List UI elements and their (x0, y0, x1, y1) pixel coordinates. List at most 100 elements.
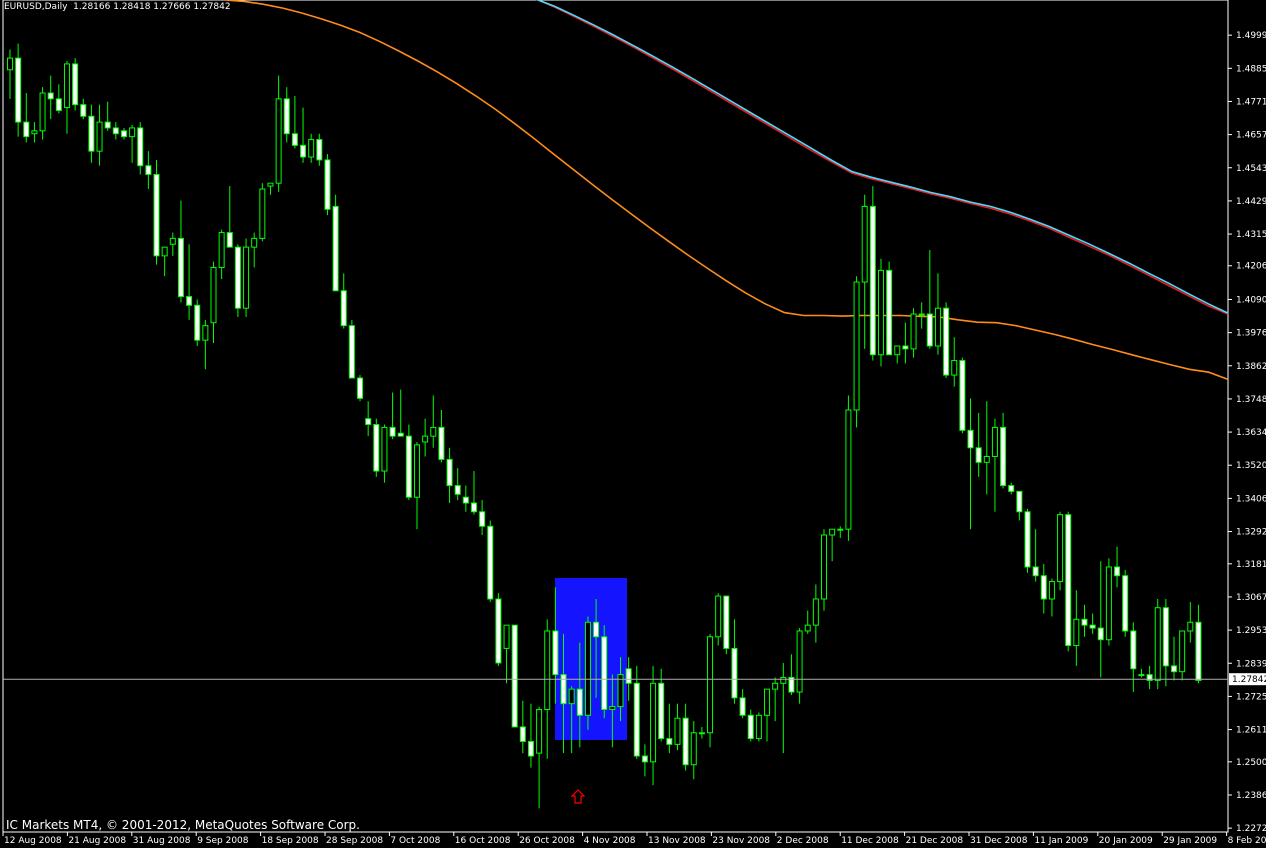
candle-body (658, 682, 665, 740)
candle (1008, 482, 1015, 495)
candle-body (283, 98, 290, 135)
candle-body (324, 159, 331, 210)
x-tick-label: 18 Sep 2008 (262, 836, 319, 846)
candle (1032, 529, 1039, 582)
candle (511, 624, 518, 728)
candle-body (348, 325, 355, 379)
candle-body (1040, 575, 1047, 600)
candle-body (918, 313, 925, 316)
candle-body (1162, 607, 1169, 667)
candle-body (267, 182, 274, 187)
candle-body (15, 57, 22, 123)
candle-body (487, 525, 494, 600)
candle-body (405, 435, 412, 498)
candle-body (7, 57, 13, 71)
candle-body (1065, 514, 1072, 647)
y-tick-label: 1.30670 (1236, 593, 1266, 603)
candle (300, 107, 307, 163)
y-tick-label: 1.32920 (1236, 528, 1266, 538)
candle-body (120, 130, 127, 138)
candle (991, 418, 998, 512)
candle (218, 229, 225, 280)
candle (723, 595, 730, 655)
candle-body (983, 456, 990, 463)
candle (1081, 604, 1088, 637)
candle-body (145, 165, 152, 175)
candle (829, 528, 836, 562)
x-tick-label: 21 Dec 2008 (906, 836, 964, 846)
candle (934, 273, 941, 355)
candle-body (674, 717, 681, 745)
candle-body (601, 636, 608, 710)
candle-body (519, 726, 526, 742)
candle-body (739, 697, 746, 716)
candle-body (495, 598, 502, 664)
candle (308, 133, 315, 163)
candle-body (80, 104, 87, 117)
candle (650, 665, 657, 786)
candle-body (470, 502, 477, 513)
candle (324, 154, 331, 216)
candle-body (1114, 566, 1121, 577)
x-tick-label: 13 Nov 2008 (648, 836, 706, 846)
candle-body (926, 313, 933, 347)
candle (690, 721, 697, 780)
candle-body (869, 205, 876, 356)
candle (202, 319, 209, 370)
candle (129, 125, 136, 163)
candle-body (967, 429, 974, 449)
candle (1146, 665, 1153, 690)
candle (120, 127, 127, 140)
candle (430, 395, 437, 448)
candle (804, 610, 811, 634)
candle (755, 712, 762, 742)
candle-body (161, 246, 168, 257)
candlestick-chart[interactable]: 1.49990 1.48850 1.47710 1.46570 1.45430 1.442… (0, 0, 1266, 848)
candle (153, 159, 160, 265)
candle (698, 726, 705, 739)
candle-body (755, 714, 762, 740)
candle-body (845, 409, 852, 530)
candle-body (275, 98, 282, 184)
y-tick-label: 1.39760 (1236, 329, 1266, 339)
candle-body (1187, 621, 1194, 632)
candle (894, 345, 901, 364)
footer-copyright: IC Markets MT4, © 2001-2012, MetaQuotes … (6, 818, 360, 832)
y-tick-label: 1.46570 (1236, 131, 1266, 141)
current-price-label: 1.27842 (1232, 675, 1266, 685)
candle-body (340, 290, 347, 327)
candle (112, 122, 119, 140)
candle (332, 194, 339, 292)
candle-body (63, 63, 70, 109)
candle-body (55, 98, 62, 111)
candle-body (707, 636, 714, 734)
candle-body (23, 121, 30, 138)
candle (15, 43, 22, 137)
candle-body (747, 714, 754, 740)
x-tick-label: 16 Oct 2008 (455, 836, 511, 846)
candle (438, 409, 445, 463)
candle (674, 703, 681, 751)
candle (877, 258, 884, 367)
candle-body (169, 237, 176, 245)
x-tick-label: 31 Dec 2008 (970, 836, 1028, 846)
candle (487, 520, 494, 602)
candle (169, 232, 176, 256)
y-tick-label: 1.25000 (1236, 758, 1266, 768)
candle-body (723, 595, 730, 649)
y-tick-label: 1.40900 (1236, 295, 1266, 305)
candle (536, 706, 543, 809)
candle (177, 200, 184, 303)
candle (283, 87, 290, 143)
candle-body (446, 458, 453, 487)
candle-body (234, 246, 241, 309)
candle-body (332, 205, 339, 292)
y-tick-label: 1.37480 (1236, 395, 1266, 405)
candle-body (1073, 618, 1080, 647)
candle-body (576, 688, 583, 716)
candle (902, 322, 909, 364)
candle (470, 471, 477, 515)
candle (1000, 412, 1007, 489)
candle (31, 122, 38, 143)
x-tick-label: 20 Jan 2009 (1099, 836, 1153, 846)
